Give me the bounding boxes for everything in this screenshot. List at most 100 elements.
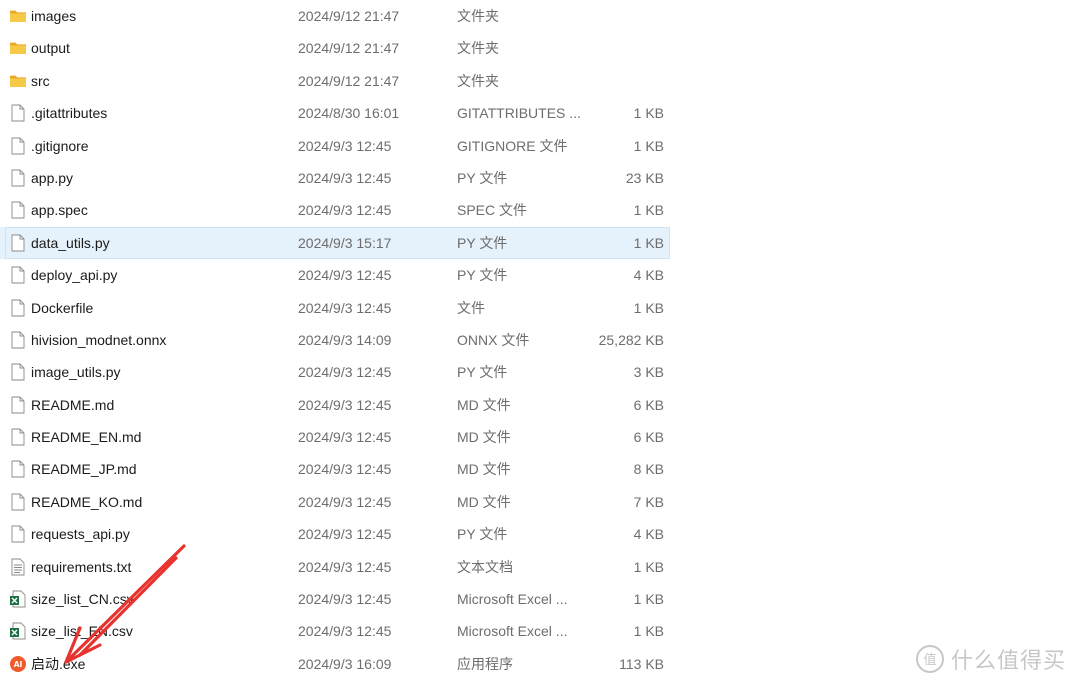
file-name: deploy_api.py xyxy=(31,267,118,284)
file-icon xyxy=(9,428,27,446)
file-size: 7 KB xyxy=(633,493,664,510)
file-icon xyxy=(9,201,27,219)
file-row[interactable]: app.spec 2024/9/3 12:45 SPEC 文件 1 KB xyxy=(0,194,670,226)
file-size: 4 KB xyxy=(633,267,664,284)
file-icon xyxy=(9,396,27,414)
file-icon xyxy=(9,460,27,478)
file-type: MD 文件 xyxy=(457,493,511,510)
file-modified-date: 2024/9/3 12:45 xyxy=(298,461,392,478)
file-row[interactable]: src 2024/9/12 21:47 文件夹 xyxy=(0,65,670,97)
file-row[interactable]: .gitignore 2024/9/3 12:45 GITIGNORE 文件 1 KB xyxy=(0,130,670,162)
folder-icon xyxy=(9,7,27,25)
file-modified-date: 2024/9/3 12:45 xyxy=(298,202,392,219)
file-size: 1 KB xyxy=(633,202,664,219)
file-name: requirements.txt xyxy=(31,558,132,575)
file-row[interactable]: requirements.txt 2024/9/3 12:45 文本文档 1 KB xyxy=(0,551,670,583)
file-type: PY 文件 xyxy=(457,234,508,251)
file-icon xyxy=(9,493,27,511)
file-size: 1 KB xyxy=(633,234,664,251)
folder-icon xyxy=(9,39,27,57)
file-icon xyxy=(9,331,27,349)
file-row[interactable]: images 2024/9/12 21:47 文件夹 xyxy=(0,0,670,32)
file-row[interactable]: size_list_CN.csv 2024/9/3 12:45 Microsoft … xyxy=(0,583,670,615)
file-name: README_EN.md xyxy=(31,429,142,446)
file-icon xyxy=(9,266,27,284)
file-size: 23 KB xyxy=(625,169,664,186)
file-size: 8 KB xyxy=(633,461,664,478)
file-icon xyxy=(9,525,27,543)
file-type: PY 文件 xyxy=(457,526,508,543)
file-type: 文件夹 xyxy=(457,40,499,57)
site-watermark: 值 什么值得买 xyxy=(915,644,1066,674)
watermark-text: 什么值得买 xyxy=(950,649,1066,674)
file-size: 1 KB xyxy=(633,558,664,575)
file-modified-date: 2024/8/30 16:01 xyxy=(298,105,400,122)
excel-file-icon xyxy=(9,622,27,640)
file-icon xyxy=(9,104,27,122)
file-name: size_list_CN.csv xyxy=(31,591,134,608)
file-row[interactable]: output 2024/9/12 21:47 文件夹 xyxy=(0,32,670,64)
file-row[interactable]: hivision_modnet.onnx 2024/9/3 14:09 ONNX 文… xyxy=(0,324,670,356)
file-modified-date: 2024/9/3 12:45 xyxy=(298,429,392,446)
file-icon xyxy=(9,299,27,317)
file-modified-date: 2024/9/3 12:45 xyxy=(298,493,392,510)
file-name: output xyxy=(31,40,70,57)
svg-text:值: 值 xyxy=(923,652,936,668)
file-name: README_KO.md xyxy=(31,493,143,510)
file-modified-date: 2024/9/3 12:45 xyxy=(298,591,392,608)
file-explorer-view: images 2024/9/12 21:47 文件夹 output 2024/9/12 … xyxy=(0,0,1080,688)
file-row[interactable]: README_KO.md 2024/9/3 12:45 MD 文件 7 KB xyxy=(0,486,670,518)
file-name: images xyxy=(31,8,77,24)
file-row[interactable]: README_JP.md 2024/9/3 12:45 MD 文件 8 KB xyxy=(0,453,670,485)
file-size: 1 KB xyxy=(633,623,664,640)
folder-icon xyxy=(9,72,27,90)
file-row[interactable]: README.md 2024/9/3 12:45 MD 文件 6 KB xyxy=(0,389,670,421)
watermark-logo-icon: 值 xyxy=(915,645,944,673)
file-row[interactable]: data_utils.py 2024/9/3 15:17 PY 文件 1 KB xyxy=(0,226,670,260)
file-type: 文件 xyxy=(457,299,485,316)
file-name: .gitattributes xyxy=(31,105,108,122)
file-row[interactable]: size_list_EN.csv 2024/9/3 12:45 Microsoft … xyxy=(0,615,670,647)
file-row[interactable]: Dockerfile 2024/9/3 12:45 文件 1 KB xyxy=(0,292,670,324)
file-type: 文件夹 xyxy=(457,8,499,24)
file-name: src xyxy=(31,72,50,89)
file-type: PY 文件 xyxy=(457,364,508,381)
file-modified-date: 2024/9/3 12:45 xyxy=(298,169,392,186)
file-modified-date: 2024/9/12 21:47 xyxy=(298,72,400,89)
file-name: app.py xyxy=(31,169,74,186)
file-row[interactable]: deploy_api.py 2024/9/3 12:45 PY 文件 4 KB xyxy=(0,259,670,291)
file-type: PY 文件 xyxy=(457,169,508,186)
file-icon xyxy=(9,169,27,187)
file-modified-date: 2024/9/3 15:17 xyxy=(298,234,392,251)
file-modified-date: 2024/9/3 12:45 xyxy=(298,137,392,154)
file-size: 4 KB xyxy=(633,526,664,543)
file-row[interactable]: image_utils.py 2024/9/3 12:45 PY 文件 3 KB xyxy=(0,356,670,388)
file-modified-date: 2024/9/3 16:09 xyxy=(298,655,392,672)
file-size: 113 KB xyxy=(619,655,664,672)
file-modified-date: 2024/9/3 12:45 xyxy=(298,558,392,575)
file-row[interactable]: .gitattributes 2024/8/30 16:01 GITATTRIBUT… xyxy=(0,97,670,129)
file-row[interactable]: requests_api.py 2024/9/3 12:45 PY 文件 4 KB xyxy=(0,518,670,550)
text-file-icon xyxy=(9,558,27,576)
file-row[interactable]: README_EN.md 2024/9/3 12:45 MD 文件 6 KB xyxy=(0,421,670,453)
file-name: 启动.exe xyxy=(31,655,86,672)
file-size: 1 KB xyxy=(633,105,664,122)
file-row[interactable]: app.py 2024/9/3 12:45 PY 文件 23 KB xyxy=(0,162,670,194)
file-type: 应用程序 xyxy=(457,655,513,672)
excel-file-icon xyxy=(9,590,27,608)
file-name: README.md xyxy=(31,396,115,413)
file-modified-date: 2024/9/3 14:09 xyxy=(298,331,392,348)
file-icon xyxy=(9,137,27,155)
file-row[interactable]: AI 启动.exe 2024/9/3 16:09 应用程序 113 KB xyxy=(0,648,670,680)
file-modified-date: 2024/9/3 12:45 xyxy=(298,267,392,284)
file-type: PY 文件 xyxy=(457,267,508,284)
file-type: MD 文件 xyxy=(457,429,511,446)
file-size: 25,282 KB xyxy=(598,331,664,348)
app-exe-icon: AI xyxy=(9,655,27,673)
file-modified-date: 2024/9/3 12:45 xyxy=(298,396,392,413)
file-size: 1 KB xyxy=(633,299,664,316)
file-name: requests_api.py xyxy=(31,526,130,543)
file-list: images 2024/9/12 21:47 文件夹 output 2024/9/12 … xyxy=(0,0,700,680)
file-icon xyxy=(9,363,27,381)
file-size: 6 KB xyxy=(633,396,664,413)
